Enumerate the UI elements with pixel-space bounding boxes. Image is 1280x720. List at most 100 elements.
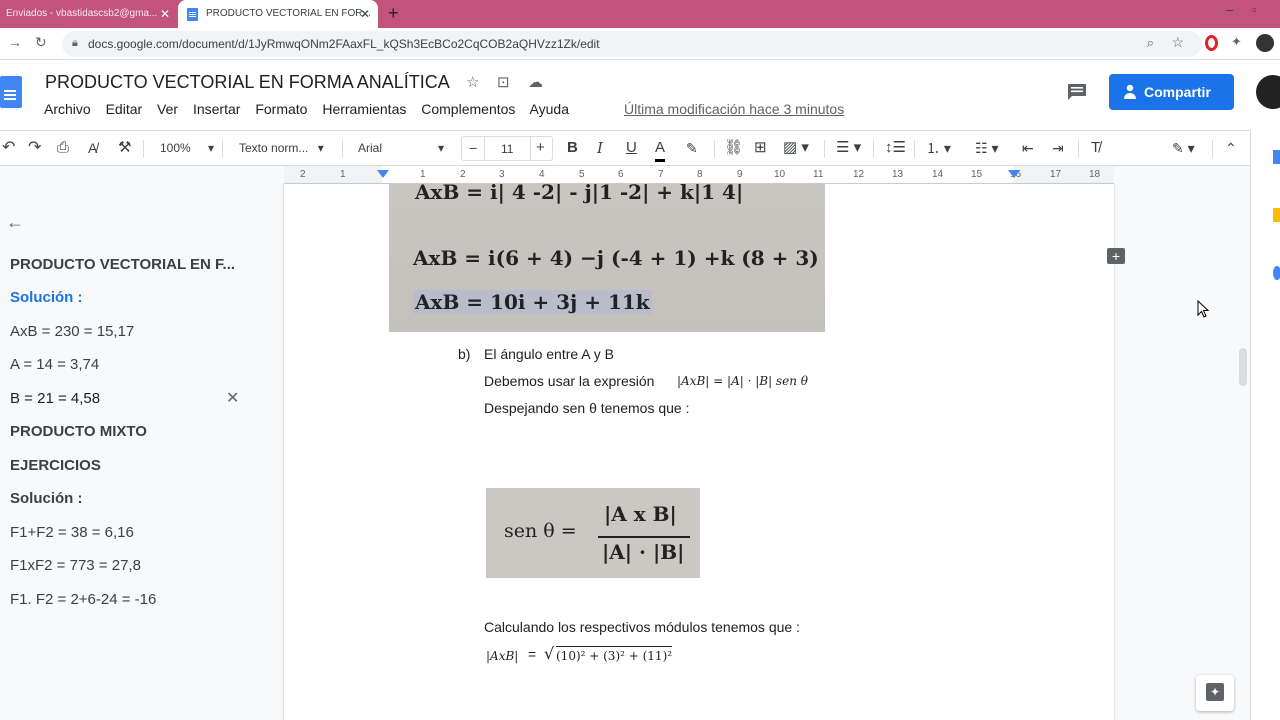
- bulleted-list-icon[interactable]: ☷ ▾: [975, 131, 998, 165]
- extensions-puzzle-icon[interactable]: ✦: [1231, 34, 1242, 50]
- right-indent-marker[interactable]: [1008, 170, 1020, 178]
- spellcheck-icon[interactable]: A̸: [88, 131, 97, 165]
- bookmark-star-icon[interactable]: ☆: [1171, 34, 1184, 51]
- move-folder-icon[interactable]: ⊡: [497, 73, 510, 91]
- outline-item[interactable]: Solución :: [10, 289, 83, 306]
- reload-icon[interactable]: ↻: [35, 34, 47, 51]
- menu-complementos[interactable]: Complementos: [421, 101, 515, 117]
- editing-mode-icon[interactable]: ✎ ▾: [1172, 131, 1195, 165]
- remove-heading-icon[interactable]: ✕: [226, 388, 239, 408]
- increase-font-size-button[interactable]: +: [536, 139, 545, 156]
- clear-sine-text: Despejando sen θ tenemos que :: [484, 400, 690, 416]
- add-comment-side-icon[interactable]: +: [1107, 248, 1125, 264]
- tasks-addon-icon[interactable]: [1273, 266, 1280, 280]
- document-title[interactable]: PRODUCTO VECTORIAL EN FORMA ANALÍTICA: [45, 72, 450, 93]
- chevron-down-icon: ▾: [317, 141, 324, 155]
- decrease-font-size-button[interactable]: −: [469, 140, 477, 156]
- undo-icon[interactable]: ↶: [2, 131, 15, 165]
- outline-item[interactable]: AxB = 230 = 15,17: [10, 323, 134, 340]
- ruler-number: 1: [420, 169, 426, 180]
- menu-ver[interactable]: Ver: [157, 101, 178, 117]
- menu-editar[interactable]: Editar: [106, 101, 143, 117]
- horizontal-ruler[interactable]: 2 1 1 2 3 4 5 6 7 8 9 10 11 12 13 14 15 …: [284, 166, 1114, 184]
- profile-icon[interactable]: [1256, 34, 1274, 52]
- zoom-icon[interactable]: ⌕: [1147, 35, 1154, 51]
- menu-insertar[interactable]: Insertar: [193, 101, 240, 117]
- zoom-select[interactable]: 100% ▾: [160, 131, 214, 165]
- left-indent-marker[interactable]: [377, 170, 389, 178]
- underline-button[interactable]: U: [626, 131, 637, 165]
- menu-herramientas[interactable]: Herramientas: [322, 101, 406, 117]
- toolbar-divider: [143, 140, 144, 158]
- vertical-scrollbar-thumb[interactable]: [1239, 348, 1247, 386]
- outline-item[interactable]: EJERCICIOS: [10, 457, 101, 474]
- new-tab-button[interactable]: +: [388, 3, 399, 24]
- zoom-value: 100%: [160, 141, 191, 155]
- opera-extension-icon[interactable]: [1205, 35, 1218, 51]
- comment-history-icon[interactable]: [1066, 82, 1088, 102]
- equation-image-cross-product[interactable]: AxB = i| 4 -2| - j|1 -2| + k|1 4| AxB = …: [389, 184, 825, 332]
- star-icon[interactable]: ☆: [466, 73, 479, 91]
- highlight-color-icon[interactable]: ✎: [686, 131, 698, 165]
- font-size-input[interactable]: 11: [501, 142, 513, 156]
- ruler-number: 1: [340, 169, 346, 180]
- outline-item[interactable]: F1+F2 = 38 = 6,16: [10, 524, 134, 541]
- explore-button[interactable]: ✦: [1196, 675, 1234, 711]
- line-spacing-icon[interactable]: ↕☰: [885, 131, 906, 165]
- bold-button[interactable]: B: [567, 131, 578, 165]
- text-color-button[interactable]: A: [655, 137, 666, 162]
- print-icon[interactable]: ⎙: [57, 131, 69, 165]
- chevron-down-icon: ▾: [208, 141, 215, 155]
- outline-item[interactable]: B = 21 = 4,58: [10, 390, 100, 407]
- back-arrow-icon[interactable]: ←: [6, 212, 24, 233]
- paint-format-icon[interactable]: ⚒: [118, 131, 131, 165]
- insert-link-icon[interactable]: ⛓: [724, 131, 743, 165]
- equation-image-sine[interactable]: sen θ = |A x B| |A| · |B|: [486, 488, 700, 578]
- account-avatar[interactable]: [1256, 75, 1280, 109]
- clear-formatting-icon[interactable]: T̸: [1091, 131, 1100, 165]
- ruler-number: 11: [813, 169, 824, 180]
- url-field[interactable]: 🔒︎ docs.google.com/document/d/1JyRmwqONm…: [62, 31, 1202, 57]
- menu-formato[interactable]: Formato: [255, 101, 307, 117]
- ruler-number: 3: [499, 169, 505, 180]
- outline-item[interactable]: Solución :: [10, 490, 83, 507]
- ruler-number: 17: [1050, 169, 1062, 180]
- close-icon[interactable]: ✕: [360, 0, 370, 28]
- expression-intro: Debemos usar la expresión: [484, 373, 655, 389]
- add-comment-icon[interactable]: ⊞: [754, 131, 767, 165]
- redo-icon[interactable]: ↷: [28, 131, 41, 165]
- italic-button[interactable]: I: [597, 131, 603, 165]
- calendar-addon-icon[interactable]: [1273, 150, 1280, 164]
- tab-gmail[interactable]: Enviados - vbastidascsb2@gma... ✕: [0, 0, 178, 28]
- document-page[interactable]: AxB = i| 4 -2| - j|1 -2| + k|1 4| AxB = …: [284, 184, 1114, 720]
- outline-item[interactable]: PRODUCTO MIXTO: [10, 423, 147, 440]
- insert-image-icon[interactable]: ▨ ▾: [783, 131, 809, 165]
- menu-archivo[interactable]: Archivo: [44, 101, 91, 117]
- share-button[interactable]: Compartir: [1109, 74, 1234, 110]
- decrease-indent-icon[interactable]: ⇤: [1022, 131, 1034, 165]
- docs-header: PRODUCTO VECTORIAL EN FORMA ANALÍTICA ☆ …: [0, 60, 1280, 130]
- font-select[interactable]: Arial ▾: [358, 131, 444, 165]
- last-modified-link[interactable]: Última modificación hace 3 minutos: [624, 101, 844, 117]
- outline-item[interactable]: A = 14 = 3,74: [10, 356, 99, 373]
- toolbar-divider: [714, 140, 715, 158]
- forward-icon[interactable]: →: [8, 34, 22, 50]
- keep-addon-icon[interactable]: [1273, 208, 1280, 222]
- numbered-list-icon[interactable]: ⒈ ▾: [926, 131, 951, 165]
- collapse-menus-icon[interactable]: ⌃: [1225, 131, 1237, 165]
- outline-item[interactable]: F1xF2 = 773 = 27,8: [10, 557, 141, 574]
- ruler-number: 8: [697, 169, 703, 180]
- minimize-icon[interactable]: –: [1226, 2, 1233, 17]
- tab-docs-active[interactable]: PRODUCTO VECTORIAL EN FOR... ✕: [178, 0, 378, 28]
- maximize-icon[interactable]: ▫: [1252, 2, 1257, 17]
- align-icon[interactable]: ☰ ▾: [836, 131, 861, 165]
- increase-indent-icon[interactable]: ⇥: [1052, 131, 1064, 165]
- menu-ayuda[interactable]: Ayuda: [530, 101, 569, 117]
- outline-item[interactable]: PRODUCTO VECTORIAL EN F...: [10, 256, 235, 273]
- style-select[interactable]: Texto norm... ▾: [239, 131, 324, 165]
- close-icon[interactable]: ✕: [160, 0, 170, 28]
- cloud-status-icon[interactable]: ☁: [528, 73, 543, 91]
- outline-item[interactable]: F1. F2 = 2+6-24 = -16: [10, 591, 156, 608]
- tab-label: Enviados - vbastidascsb2@gma...: [6, 8, 158, 19]
- docs-logo-icon[interactable]: [0, 76, 22, 108]
